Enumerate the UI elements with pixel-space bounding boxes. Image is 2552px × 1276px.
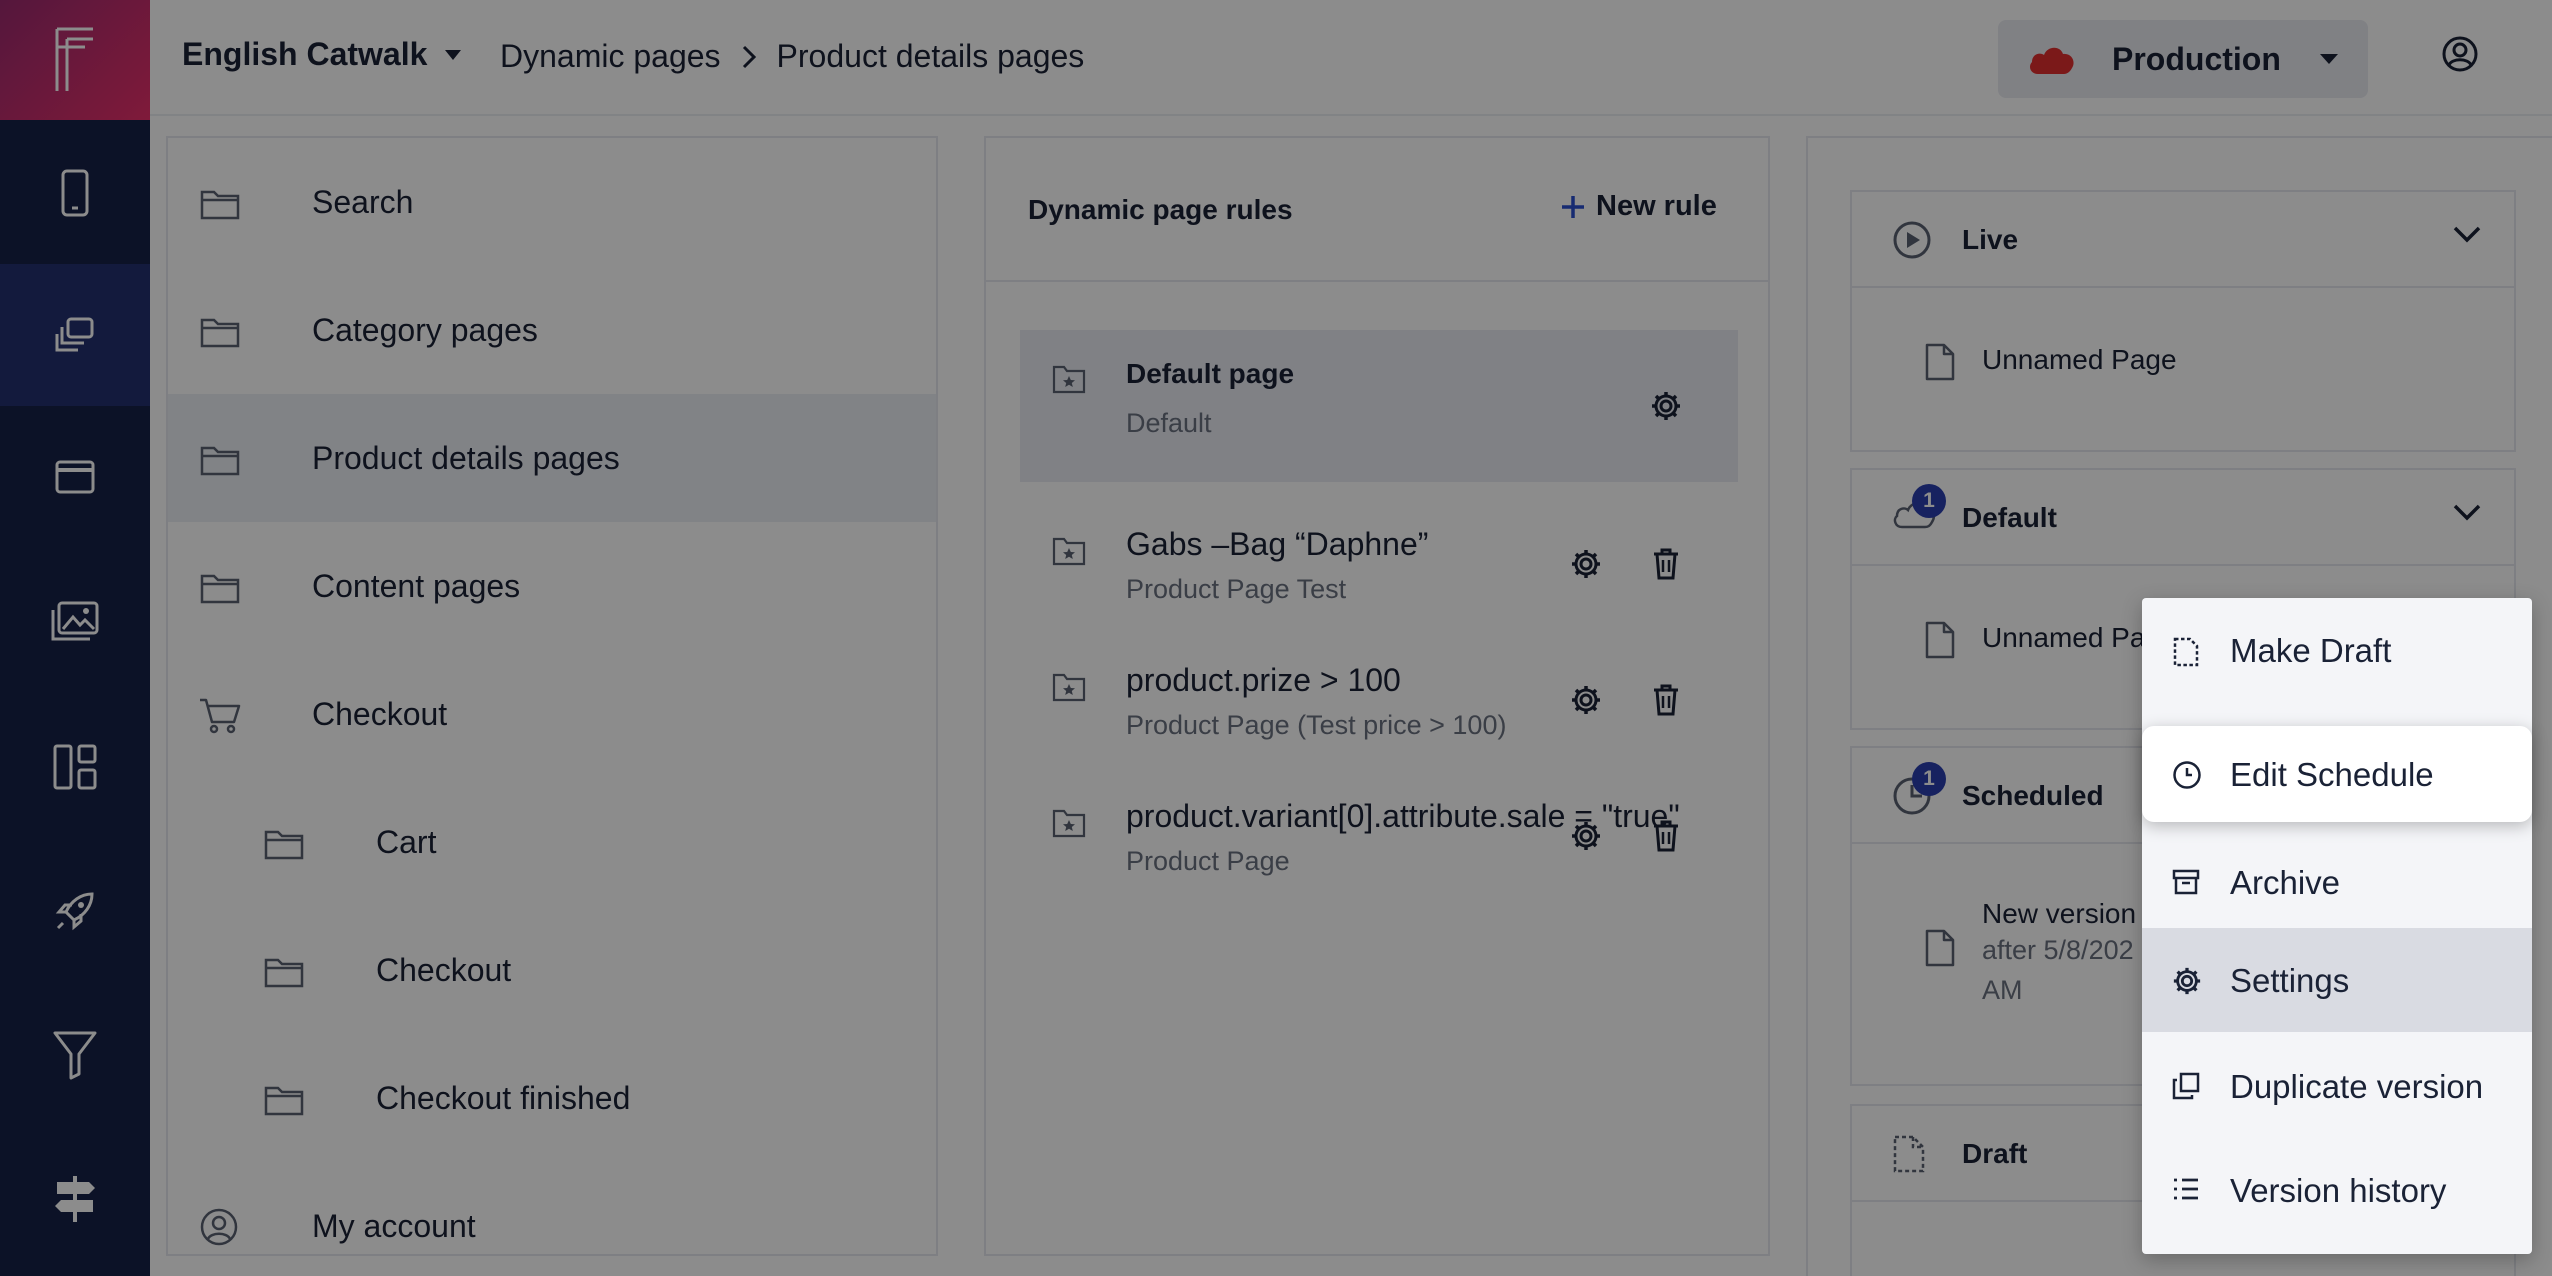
version-context-menu: Make Draft Archive Settings Duplicate ve… — [2142, 598, 2532, 1254]
menu-item-settings[interactable]: Settings — [2142, 928, 2532, 1032]
list-icon — [2174, 1178, 2198, 1200]
menu-item-edit-schedule[interactable]: Edit Schedule — [2142, 726, 2532, 822]
menu-item-label: Version history — [2230, 1172, 2447, 1209]
menu-item-label: Make Draft — [2230, 632, 2392, 669]
duplicate-icon — [2172, 1072, 2200, 1100]
draft-icon — [2173, 637, 2199, 667]
menu-item-label: Archive — [2230, 864, 2341, 901]
archive-icon — [2172, 869, 2200, 895]
menu-item-make-draft[interactable]: Make Draft — [2142, 598, 2532, 702]
menu-item-duplicate-version[interactable]: Duplicate version — [2142, 1034, 2532, 1138]
menu-item-label: Duplicate version — [2230, 1068, 2484, 1105]
menu-item-label: Edit Schedule — [2230, 756, 2434, 793]
menu-item-archive[interactable]: Archive — [2142, 830, 2532, 934]
menu-item-label: Settings — [2230, 962, 2350, 999]
clock-icon — [2173, 761, 2201, 789]
gear-icon — [2173, 967, 2201, 995]
menu-item-version-history[interactable]: Version history — [2142, 1138, 2532, 1242]
